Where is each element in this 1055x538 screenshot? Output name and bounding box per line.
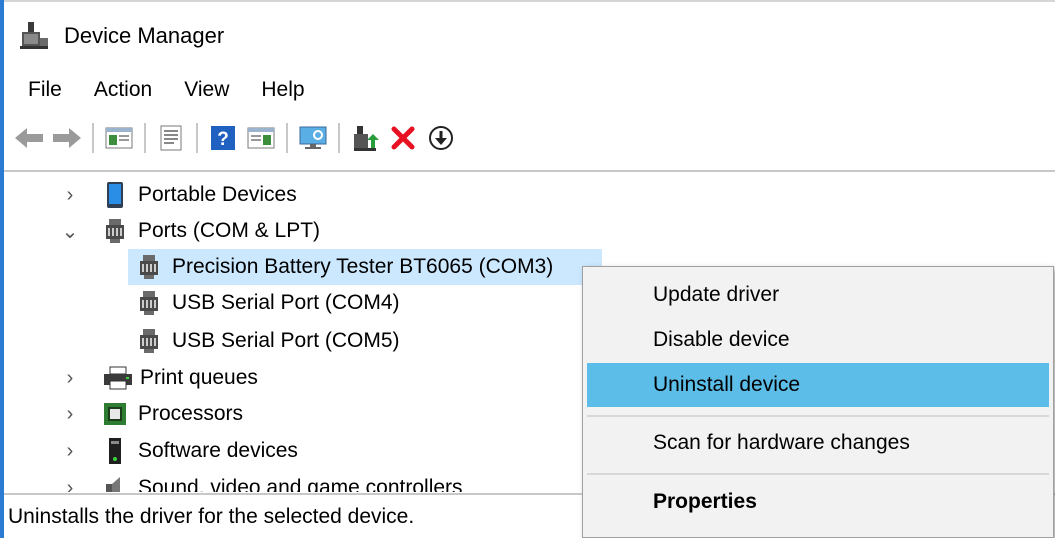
context-menu-uninstall-device[interactable]: Uninstall device (587, 363, 1049, 407)
window-title: Device Manager (64, 23, 225, 48)
action-pane-icon[interactable] (244, 121, 278, 155)
toolbar-divider (4, 170, 1055, 172)
menu-view[interactable]: View (168, 72, 245, 108)
download-circle-icon[interactable] (424, 121, 458, 155)
tree-node-print-queues[interactable]: › Print queues (60, 360, 258, 396)
tree-node-usb-serial-com4[interactable]: USB Serial Port (COM4) (136, 285, 400, 321)
tree-node-software-devices[interactable]: › Software devices (60, 433, 298, 469)
tree-node-ports[interactable]: ⌄ Ports (COM & LPT) (60, 213, 320, 249)
software-device-icon (102, 437, 128, 465)
toolbar-separator (144, 123, 146, 153)
uninstall-icon[interactable] (386, 121, 420, 155)
forward-arrow-icon[interactable] (50, 121, 84, 155)
tree-node-label: Precision Battery Tester BT6065 (COM3) (172, 255, 554, 278)
portable-device-icon (102, 181, 128, 209)
chevron-down-icon[interactable]: ⌄ (60, 221, 80, 243)
toolbar-separator (92, 123, 94, 153)
help-icon[interactable]: ? (206, 121, 240, 155)
port-icon (102, 217, 128, 245)
menu-file[interactable]: File (10, 72, 78, 108)
tree-node-sound-video[interactable]: › Sound, video and game controllers (60, 470, 463, 492)
properties-sheet-icon[interactable] (154, 121, 188, 155)
toolbar-separator (286, 123, 288, 153)
device-manager-icon (18, 20, 50, 52)
context-menu-separator (587, 473, 1049, 475)
title-bar: Device Manager (10, 14, 224, 58)
processor-icon (102, 400, 128, 428)
context-menu-update-driver[interactable]: Update driver (587, 273, 1049, 317)
tree-node-label: USB Serial Port (COM4) (172, 291, 400, 314)
context-menu-scan-hardware[interactable]: Scan for hardware changes (587, 421, 1049, 465)
tree-node-label: Print queues (140, 366, 258, 389)
context-menu-label: Scan for hardware changes (653, 431, 910, 454)
tree-node-usb-serial-com5[interactable]: USB Serial Port (COM5) (136, 323, 400, 359)
toolbar: ? (12, 118, 462, 158)
context-menu-label: Uninstall device (653, 373, 801, 396)
chevron-right-icon[interactable]: › (60, 477, 80, 493)
show-hide-console-tree-icon[interactable] (102, 121, 136, 155)
tree-node-label: USB Serial Port (COM5) (172, 329, 400, 352)
context-menu-disable-device[interactable]: Disable device (587, 318, 1049, 362)
tree-node-label: Processors (138, 402, 244, 425)
window-left-frame (0, 0, 4, 538)
context-menu-separator (587, 415, 1049, 417)
tree-node-label: Ports (COM & LPT) (138, 219, 321, 242)
chevron-right-icon[interactable]: › (60, 367, 80, 389)
tree-node-processors[interactable]: › Processors (60, 396, 243, 432)
svg-text:?: ? (217, 129, 229, 150)
context-menu-label: Disable device (653, 328, 790, 351)
window-top-edge (0, 0, 1055, 2)
back-arrow-icon[interactable] (12, 121, 46, 155)
port-icon (136, 327, 162, 355)
context-menu-label: Update driver (653, 283, 780, 306)
chevron-right-icon[interactable]: › (60, 403, 80, 425)
update-driver-icon[interactable] (348, 121, 382, 155)
tree-node-battery-tester[interactable]: Precision Battery Tester BT6065 (COM3) (128, 249, 602, 285)
menu-help[interactable]: Help (245, 72, 320, 108)
tree-node-label: Portable Devices (138, 183, 297, 206)
toolbar-separator (338, 123, 340, 153)
context-menu-properties[interactable]: Properties (587, 480, 1049, 524)
menu-bar: File Action View Help (10, 72, 321, 108)
tree-node-label: Software devices (138, 439, 298, 462)
status-bar: Uninstalls the driver for the selected d… (8, 500, 414, 534)
port-icon (136, 289, 162, 317)
tree-node-label: Sound, video and game controllers (138, 476, 463, 492)
tree-node-portable-devices[interactable]: › Portable Devices (60, 177, 297, 213)
status-text: Uninstalls the driver for the selected d… (8, 505, 415, 528)
monitor-icon[interactable] (296, 121, 330, 155)
menu-action[interactable]: Action (78, 72, 168, 108)
sound-icon (102, 474, 128, 492)
context-menu: Update driver Disable device Uninstall d… (582, 266, 1054, 538)
toolbar-separator (196, 123, 198, 153)
chevron-right-icon[interactable]: › (60, 440, 80, 462)
chevron-right-icon[interactable]: › (60, 184, 80, 206)
printer-icon (102, 364, 134, 392)
context-menu-label: Properties (653, 490, 757, 513)
port-icon (136, 253, 162, 281)
